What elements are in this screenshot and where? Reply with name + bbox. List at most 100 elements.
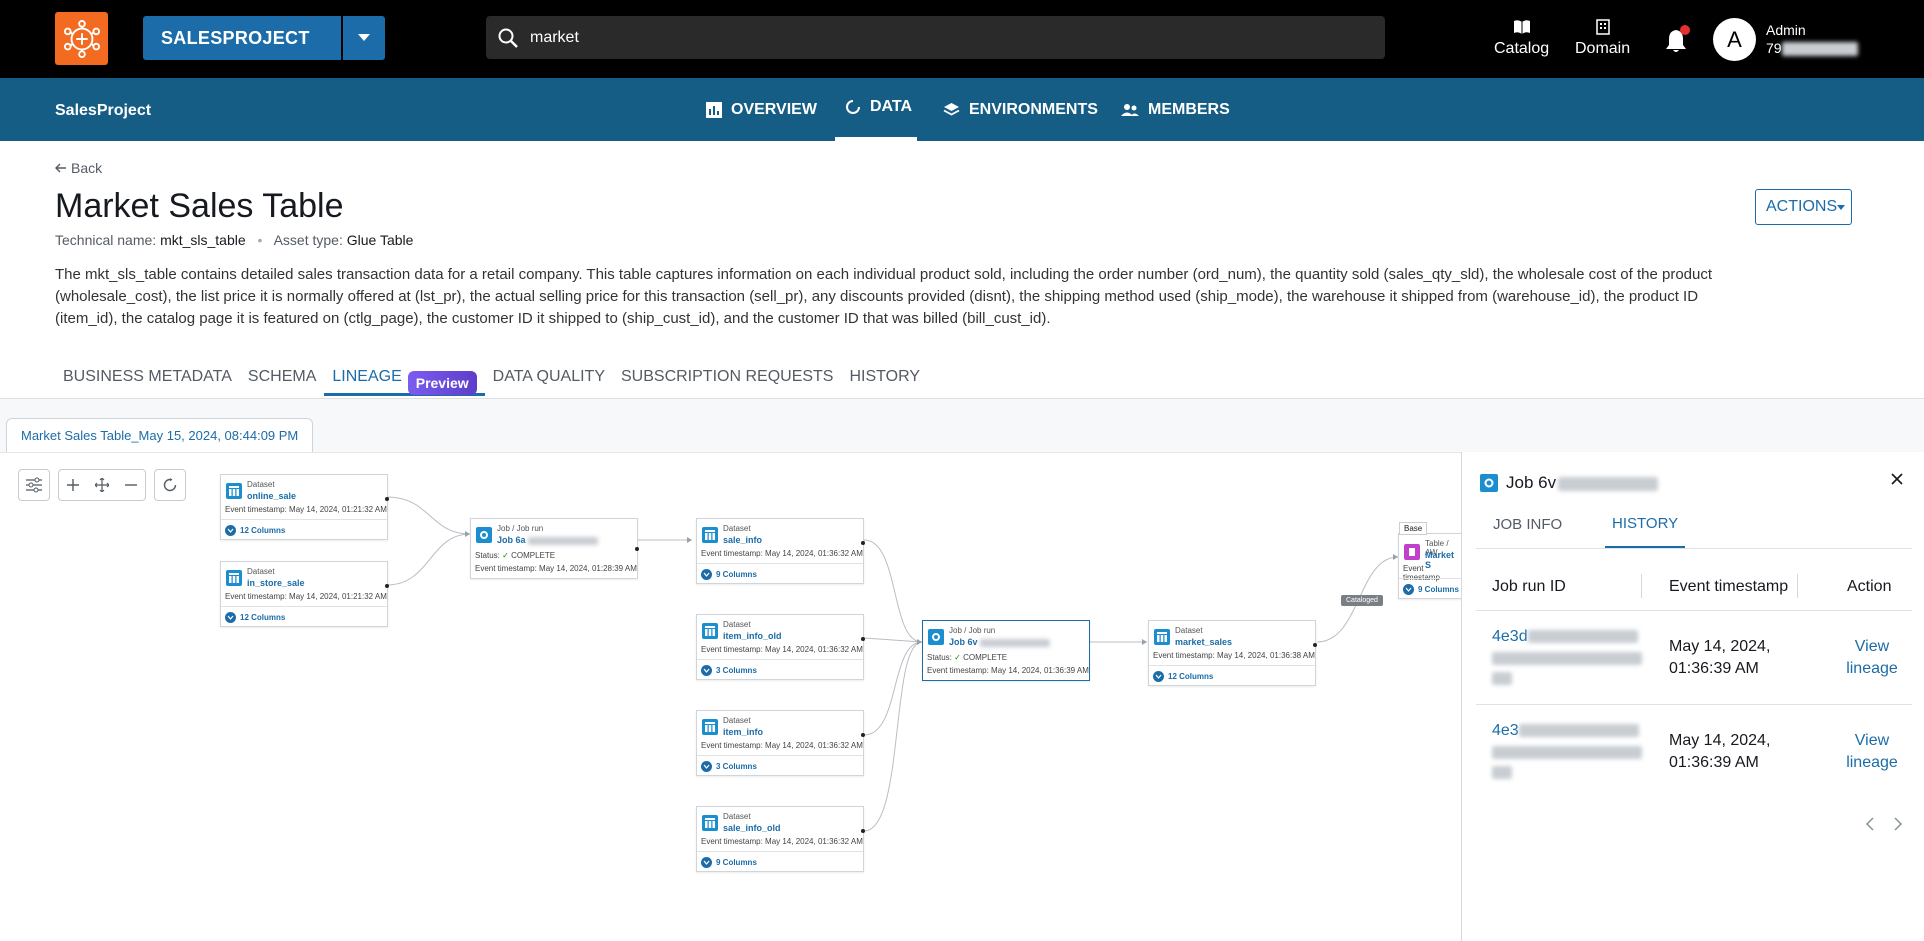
node-timestamp: Event timestamp: May 14, 2024, 01:36:32 …: [701, 741, 863, 750]
lineage-snapshot-tab[interactable]: Market Sales Table_May 15, 2024, 08:44:0…: [6, 418, 314, 452]
tab-subscription-requests[interactable]: SUBSCRIPTION REQUESTS: [613, 362, 841, 396]
lineage-node-in-store-sale[interactable]: Dataset in_store_sale Event timestamp: M…: [220, 561, 389, 627]
node-port: [861, 637, 865, 641]
node-type: Job / Job run: [949, 626, 996, 635]
search-input[interactable]: [530, 16, 1330, 59]
book-icon: [1513, 20, 1530, 34]
pagination-prev-icon[interactable]: [1865, 817, 1875, 831]
pagination-next-icon[interactable]: [1893, 817, 1903, 831]
redacted-run-id: [1492, 652, 1642, 665]
node-port: [385, 497, 389, 501]
columns-count: 3 Columns: [716, 666, 757, 675]
technical-name-value: mkt_sls_table: [160, 232, 246, 248]
node-timestamp: Event timestamp: May 14, 2024, 01:21:32 …: [225, 592, 387, 601]
node-columns-toggle[interactable]: 12 Columns: [225, 521, 285, 536]
redacted-run-id: [1492, 672, 1512, 685]
tab-history[interactable]: HISTORY: [841, 362, 928, 396]
tab-business-metadata[interactable]: BUSINESS METADATA: [55, 362, 240, 396]
lineage-node-job-b[interactable]: Job / Job run Job 6v Status: ✓ COMPLETE …: [922, 620, 1090, 681]
app-logo[interactable]: [55, 12, 108, 65]
gear-icon: [476, 527, 492, 543]
view-lineage-link[interactable]: View lineage: [1837, 636, 1907, 680]
panel-tab-history[interactable]: HISTORY: [1612, 515, 1678, 532]
node-name[interactable]: item_info_old: [723, 631, 782, 641]
columns-count: 9 Columns: [716, 858, 757, 867]
project-dropdown-toggle[interactable]: [343, 16, 385, 60]
node-columns-toggle[interactable]: 9 Columns: [701, 853, 757, 868]
tab-members[interactable]: MEMBERS: [1121, 101, 1230, 119]
node-columns-toggle[interactable]: 9 Columns: [701, 565, 757, 580]
tab-lineage[interactable]: LINEAGE Preview: [324, 362, 485, 396]
lineage-node-item-info-old[interactable]: Dataset item_info_old Event timestamp: M…: [696, 614, 865, 680]
columns-count: 9 Columns: [716, 570, 757, 579]
dataset-icon: [226, 570, 242, 586]
node-timestamp: Event timestamp: May 14, 2024, 01:21:32 …: [225, 505, 387, 514]
node-name[interactable]: sale_info: [723, 535, 762, 545]
columns-count: 12 Columns: [240, 526, 286, 535]
node-name[interactable]: sale_info_old: [723, 823, 781, 833]
status-label: Status:: [475, 551, 500, 560]
lineage-node-market-sales-table[interactable]: Table / AW Market S Event timestamp 9 Co…: [1398, 533, 1462, 599]
column-header-event-timestamp: Event timestamp: [1669, 578, 1789, 595]
node-type: Dataset: [723, 524, 751, 533]
view-lineage-link[interactable]: View lineage: [1837, 730, 1907, 774]
node-port: [861, 733, 865, 737]
node-columns-toggle[interactable]: 3 Columns: [701, 661, 757, 676]
gear-icon: [1480, 474, 1498, 492]
row-divider: [1476, 704, 1912, 705]
tab-data[interactable]: DATA: [845, 98, 912, 116]
node-name[interactable]: Job 6a: [497, 535, 599, 545]
node-columns-toggle[interactable]: 3 Columns: [701, 757, 757, 772]
nav-domain[interactable]: Domain: [1575, 18, 1630, 58]
node-columns-toggle[interactable]: 9 Columns: [1403, 580, 1459, 595]
node-port: [635, 547, 639, 551]
node-name[interactable]: item_info: [723, 727, 763, 737]
project-selector-button[interactable]: SALESPROJECT: [143, 16, 341, 60]
tab-members-label: MEMBERS: [1148, 101, 1230, 118]
lineage-node-sale-info-old[interactable]: Dataset sale_info_old Event timestamp: M…: [696, 806, 865, 872]
dataset-icon: [1154, 629, 1170, 645]
page-title: Market Sales Table: [55, 187, 344, 225]
node-columns-toggle[interactable]: 12 Columns: [225, 608, 285, 623]
node-name[interactable]: in_store_sale: [247, 578, 305, 588]
refresh-circle-icon: [846, 100, 860, 114]
close-icon[interactable]: [1890, 472, 1904, 486]
chevron-down-icon: [701, 569, 712, 580]
job-run-id-link[interactable]: 4e3: [1492, 722, 1639, 740]
node-name[interactable]: online_sale: [247, 491, 296, 501]
job-run-id-link[interactable]: 4e3d: [1492, 628, 1638, 646]
tab-environments[interactable]: ENVIRONMENTS: [943, 101, 1098, 119]
back-link[interactable]: Back: [55, 160, 102, 176]
tab-overview[interactable]: OVERVIEW: [706, 101, 817, 119]
dataset-icon: [702, 815, 718, 831]
tab-overview-label: OVERVIEW: [731, 101, 817, 118]
node-divider: [697, 563, 863, 564]
lineage-node-market-sales[interactable]: Dataset market_sales Event timestamp: Ma…: [1148, 620, 1317, 686]
node-columns-toggle[interactable]: 12 Columns: [1153, 667, 1213, 682]
avatar[interactable]: A: [1713, 18, 1756, 61]
node-port: [861, 541, 865, 545]
asset-meta: Technical name: mkt_sls_table • Asset ty…: [55, 232, 413, 248]
column-resize-handle[interactable]: [1641, 574, 1642, 598]
lineage-node-sale-info[interactable]: Dataset sale_info Event timestamp: May 1…: [696, 518, 865, 584]
redacted-run-id: [1492, 766, 1512, 779]
node-name[interactable]: market_sales: [1175, 637, 1232, 647]
tab-data-quality[interactable]: DATA QUALITY: [485, 362, 613, 396]
lineage-node-job-a[interactable]: Job / Job run Job 6a Status: ✓ COMPLETE …: [470, 518, 639, 579]
tab-schema[interactable]: SCHEMA: [240, 362, 324, 396]
actions-button[interactable]: ACTIONS: [1755, 189, 1852, 225]
node-timestamp: Event timestamp: May 14, 2024, 01:36:32 …: [701, 645, 863, 654]
panel-tab-job-info[interactable]: JOB INFO: [1493, 516, 1562, 533]
redacted-run-id: [1492, 746, 1642, 759]
dataset-icon: [702, 719, 718, 735]
node-name[interactable]: Job 6v: [949, 637, 1051, 647]
nav-catalog-label: Catalog: [1494, 40, 1550, 57]
nav-catalog[interactable]: Catalog: [1494, 18, 1549, 58]
columns-count: 3 Columns: [716, 762, 757, 771]
node-port: [861, 829, 865, 833]
lineage-node-item-info[interactable]: Dataset item_info Event timestamp: May 1…: [696, 710, 865, 776]
lineage-node-online-sale[interactable]: Dataset online_sale Event timestamp: May…: [220, 474, 389, 540]
column-resize-handle[interactable]: [1797, 574, 1798, 598]
column-header-job-run-id: Job run ID: [1492, 578, 1566, 595]
preview-badge: Preview: [407, 371, 477, 395]
